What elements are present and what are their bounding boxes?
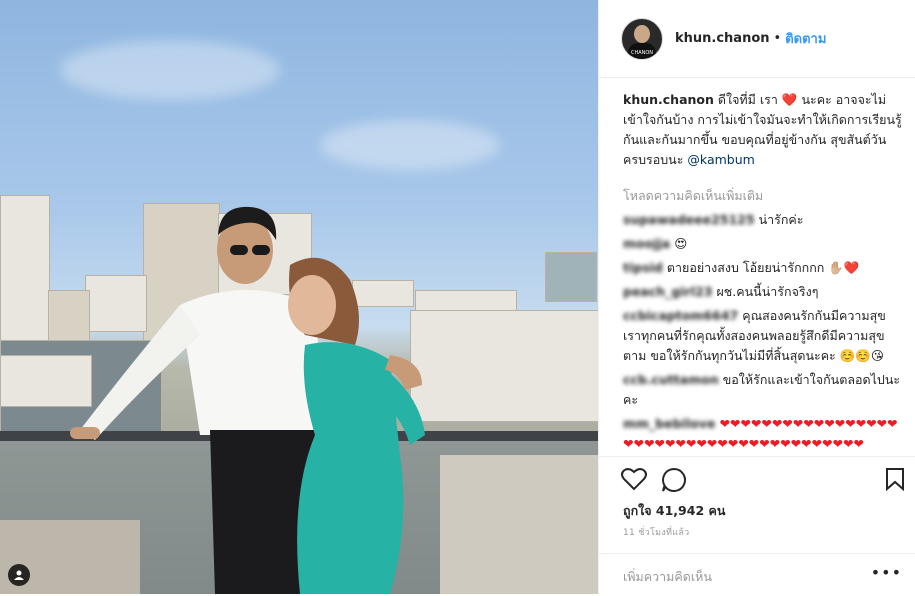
post-header: CHANON khun.chanon • ติดตาม	[599, 0, 915, 78]
separator-dot: •	[773, 31, 782, 46]
comment-username[interactable]: ccb.cuttamon	[623, 372, 719, 387]
comment-text: น่ารักค่ะ	[758, 212, 804, 227]
follow-button[interactable]: ติดตาม	[785, 28, 826, 49]
avatar[interactable]: CHANON	[621, 17, 663, 60]
caption-text: ดีใจที่มี เรา	[717, 92, 778, 107]
tagged-users-button[interactable]	[8, 564, 30, 586]
heart-emoji: ❤️	[781, 92, 798, 107]
comment-text: ตายอย่างสงบ โอ้ยยน่ารักกกก	[666, 260, 825, 275]
comments-list[interactable]: khun.chanon ดีใจที่มี เรา ❤️ นะคะ อาจจะไ…	[599, 78, 915, 456]
avatar-label: CHANON	[630, 49, 654, 56]
caption-mention[interactable]: @kambum	[687, 152, 754, 167]
user-tag-icon	[14, 570, 24, 580]
comment-item: supawadeee25125 น่ารักค่ะ	[623, 210, 902, 230]
comment-text: ผช.คนนี้น่ารักจริงๆ	[716, 284, 819, 299]
add-comment-bar: เพิ่มความคิดเห็น •••	[599, 553, 915, 596]
likes-count[interactable]: ถูกใจ 41,942 คน	[623, 501, 725, 521]
comment-item: peach_girl23 ผช.คนนี้น่ารักจริงๆ	[623, 282, 902, 302]
comment-username[interactable]: ccbicaptom6647	[623, 308, 738, 323]
post-photo[interactable]	[0, 0, 598, 594]
comment-item: ccb.cuttamon ขอให้รักและเข้าใจกันตลอดไปน…	[623, 370, 902, 410]
comment-item: moojja 😍	[623, 234, 902, 254]
post-caption: khun.chanon ดีใจที่มี เรา ❤️ นะคะ อาจจะไ…	[623, 90, 902, 170]
comment-username[interactable]: tipsid	[623, 260, 663, 275]
avatar-face	[634, 24, 650, 43]
caption-username[interactable]: khun.chanon	[623, 92, 714, 107]
more-options-button[interactable]: •••	[871, 563, 902, 582]
comment-username[interactable]: peach_girl23	[623, 284, 713, 299]
comment-username[interactable]: supawadeee25125	[623, 212, 755, 227]
username-link[interactable]: khun.chanon	[675, 31, 770, 46]
comment-username[interactable]: moojja	[623, 236, 670, 251]
comment-emoji: ☺️☺️😘	[839, 348, 884, 363]
couple-figures	[70, 206, 425, 594]
cloud	[60, 40, 280, 100]
comment-emoji: ✋🏼❤️	[828, 260, 860, 275]
comment-item: mm_bebilove ❤❤❤❤❤❤❤❤❤❤❤❤❤❤❤❤❤❤❤❤❤❤❤❤❤❤❤❤…	[623, 414, 902, 454]
action-icons	[621, 467, 909, 495]
comment-username[interactable]: mm_bebilove	[623, 416, 715, 431]
post-actions: ถูกใจ 41,942 คน 11 ชั่วโมงที่แล้ว เพิ่มค…	[599, 456, 915, 595]
bookmark-icon[interactable]	[885, 467, 905, 491]
add-comment-input[interactable]: เพิ่มความคิดเห็น	[623, 567, 712, 587]
rooftop	[440, 455, 598, 594]
instagram-post-view: CHANON khun.chanon • ติดตาม khun.chanon …	[0, 0, 915, 594]
post-timestamp[interactable]: 11 ชั่วโมงที่แล้ว	[623, 525, 690, 539]
comment-item: ccbicaptom6647 คุณสองคนรักกันมีความสุข เ…	[623, 306, 902, 366]
comment-item: tipsid ตายอย่างสงบ โอ้ยยน่ารักกกก ✋🏼❤️	[623, 258, 902, 278]
building	[545, 252, 597, 302]
comment-bubble-icon[interactable]	[661, 467, 687, 493]
cloud	[320, 120, 500, 170]
comment-emoji: 😍	[674, 236, 688, 251]
load-more-comments[interactable]: โหลดความคิดเห็นเพิ่มเติม	[623, 186, 902, 206]
post-sidebar: CHANON khun.chanon • ติดตาม khun.chanon …	[598, 0, 915, 594]
heart-outline-icon[interactable]	[621, 467, 647, 491]
